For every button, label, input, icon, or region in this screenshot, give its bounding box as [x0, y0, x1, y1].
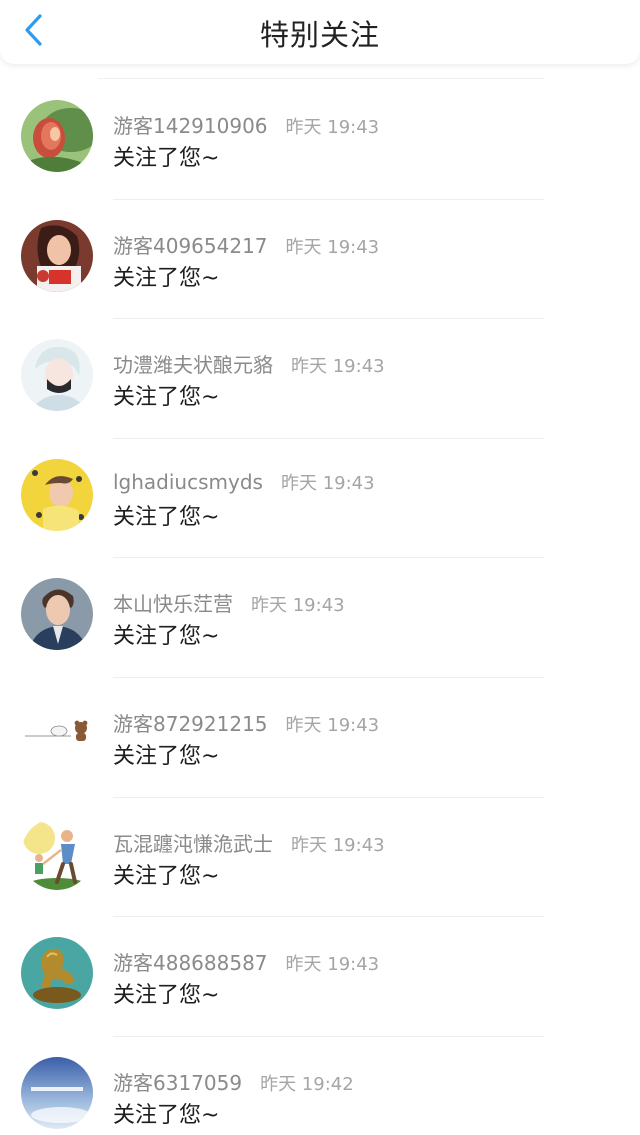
item-meta: 本山快乐茳营 昨天 19:43 — [113, 588, 345, 617]
avatar[interactable] — [21, 1056, 93, 1129]
message-text: 关注了您~ — [113, 983, 220, 1009]
message-text: 关注了您~ — [113, 385, 220, 411]
user-name[interactable]: 游客488688587 — [113, 947, 268, 976]
avatar[interactable] — [21, 219, 93, 292]
timestamp: 昨天 19:43 — [291, 356, 385, 378]
list-item[interactable]: 游客409654217 昨天 19:43 关注了您~ — [0, 200, 640, 320]
message-text: 关注了您~ — [113, 1102, 220, 1128]
timestamp: 昨天 19:43 — [251, 595, 345, 617]
timestamp: 昨天 19:43 — [291, 834, 385, 856]
message-text: 关注了您~ — [113, 863, 220, 889]
avatar[interactable] — [21, 458, 93, 531]
header-bar: 特别关注 — [0, 0, 640, 64]
item-meta: 瓦混躔沌慊洈武士 昨天 19:43 — [113, 828, 385, 857]
avatar[interactable] — [21, 100, 93, 172]
user-name[interactable]: 游客409654217 — [113, 230, 268, 259]
user-name[interactable]: 功澧潍夫状酿元貉 — [113, 349, 273, 378]
message-text: 关注了您~ — [113, 624, 220, 650]
list-item[interactable]: lghadiucsmyds 昨天 19:43 关注了您~ — [0, 439, 640, 559]
item-meta: 游客142910906 昨天 19:43 — [113, 110, 379, 139]
list-item[interactable]: 功澧潍夫状酿元貉 昨天 19:43 关注了您~ — [0, 319, 640, 439]
avatar[interactable] — [21, 697, 93, 770]
avatar[interactable] — [21, 339, 93, 412]
list-item[interactable]: 游客142910906 昨天 19:43 关注了您~ — [0, 80, 640, 200]
timestamp: 昨天 19:42 — [260, 1073, 354, 1095]
item-meta: 游客409654217 昨天 19:43 — [113, 230, 379, 259]
page-title: 特别关注 — [259, 18, 380, 52]
list-item[interactable]: 本山快乐茳营 昨天 19:43 关注了您~ — [0, 558, 640, 678]
user-name[interactable]: 游客142910906 — [113, 110, 268, 139]
follow-list: 游客142910906 昨天 19:43 关注了您~ 游客409654217 昨… — [0, 80, 640, 1135]
user-name[interactable]: 瓦混躔沌慊洈武士 — [113, 828, 273, 857]
item-meta: 游客872921215 昨天 19:43 — [113, 708, 379, 737]
avatar[interactable] — [21, 937, 93, 1010]
message-text: 关注了您~ — [113, 265, 220, 291]
item-meta: 功澧潍夫状酿元貉 昨天 19:43 — [113, 349, 385, 378]
timestamp: 昨天 19:43 — [285, 954, 380, 976]
timestamp: 昨天 19:43 — [285, 117, 380, 138]
timestamp: 昨天 19:43 — [285, 714, 380, 736]
list-item[interactable]: 游客488688587 昨天 19:43 关注了您~ — [0, 917, 640, 1037]
list-item[interactable]: 游客872921215 昨天 19:43 关注了您~ — [0, 678, 640, 798]
user-name[interactable]: 游客6317059 — [113, 1067, 242, 1096]
divider — [98, 78, 544, 79]
avatar[interactable] — [21, 817, 93, 890]
message-text: 关注了您~ — [113, 743, 220, 769]
item-meta: 游客6317059 昨天 19:42 — [113, 1067, 354, 1096]
special-follow-page: 特别关注 游客142910906 昨天 19:43 关注了您~ 游客409654… — [0, 0, 640, 1135]
list-item[interactable]: 瓦混躔沌慊洈武士 昨天 19:43 关注了您~ — [0, 798, 640, 918]
message-text: 关注了您~ — [113, 146, 220, 171]
item-meta: 游客488688587 昨天 19:43 — [113, 947, 379, 976]
user-name[interactable]: 本山快乐茳营 — [113, 588, 233, 617]
item-meta: lghadiucsmyds 昨天 19:43 — [113, 469, 375, 495]
message-text: 关注了您~ — [113, 504, 220, 530]
timestamp: 昨天 19:43 — [280, 472, 375, 494]
list-item[interactable]: 游客6317059 昨天 19:42 关注了您~ — [0, 1037, 640, 1135]
user-name[interactable]: 游客872921215 — [113, 708, 268, 737]
timestamp: 昨天 19:43 — [285, 236, 380, 258]
avatar[interactable] — [21, 578, 93, 651]
user-name[interactable]: lghadiucsmyds — [113, 470, 263, 494]
